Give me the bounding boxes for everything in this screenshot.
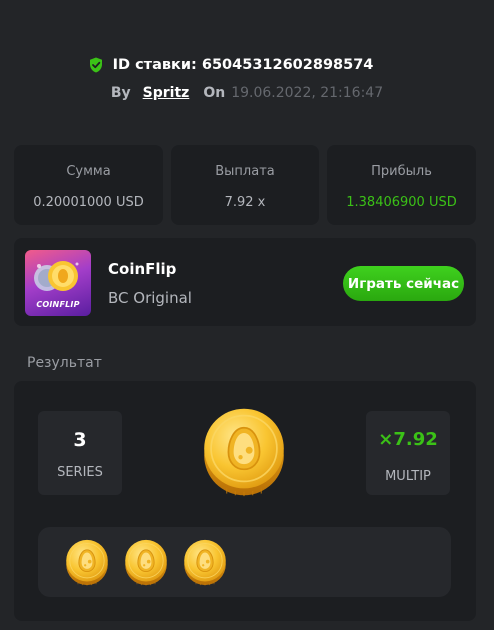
stat-amount-value: 0.20001000 USD (33, 195, 144, 210)
play-now-button[interactable]: Играть сейчас (343, 266, 464, 301)
bet-datetime: 19.06.2022, 21:16:47 (231, 85, 384, 101)
stat-amount-title: Сумма (66, 164, 111, 179)
gold-coin-icon (64, 539, 110, 586)
gold-coin-icon (123, 539, 169, 586)
stat-profit-value: 1.38406900 USD (346, 195, 457, 210)
series-label: SERIES (57, 465, 103, 480)
stat-payout-title: Выплата (215, 164, 275, 179)
game-thumbnail[interactable]: COINFLIP (25, 250, 91, 316)
multiplier-label: MULTIP (385, 469, 431, 484)
stat-amount-card: Сумма 0.20001000 USD (14, 145, 163, 225)
by-label: By (110, 85, 131, 101)
thumbnail-label: COINFLIP (36, 300, 80, 309)
game-name[interactable]: CoinFlip (108, 260, 176, 278)
stat-profit-title: Прибыль (371, 164, 432, 179)
bet-id-row: ID ставки: 65045312602898574 (0, 56, 460, 74)
multiplier-box: ×7.92 MULTIP (366, 411, 450, 495)
bet-meta-row: By Spritz On 19.06.2022, 21:16:47 (0, 85, 494, 101)
stat-payout-card: Выплата 7.92 x (171, 145, 319, 225)
result-panel: 3 SERIES ×7.92 MULTIP (14, 381, 476, 621)
on-label: On (203, 85, 226, 101)
series-box: 3 SERIES (38, 411, 122, 495)
multiplier-value: ×7.92 (378, 429, 438, 450)
series-value: 3 (73, 429, 87, 451)
player-link[interactable]: Spritz (143, 85, 190, 101)
shield-check-icon (87, 56, 105, 74)
stat-payout-value: 7.92 x (224, 195, 266, 210)
bet-id-text: ID ставки: 65045312602898574 (112, 57, 374, 73)
stat-profit-card: Прибыль 1.38406900 USD (327, 145, 476, 225)
result-title: Результат (27, 355, 102, 371)
game-provider: BC Original (108, 289, 192, 307)
coin-history-strip (38, 527, 451, 597)
gold-coin-icon (182, 539, 228, 586)
game-card: COINFLIP CoinFlip BC Original Играть сей… (14, 238, 476, 326)
gold-coin-icon (200, 407, 288, 497)
